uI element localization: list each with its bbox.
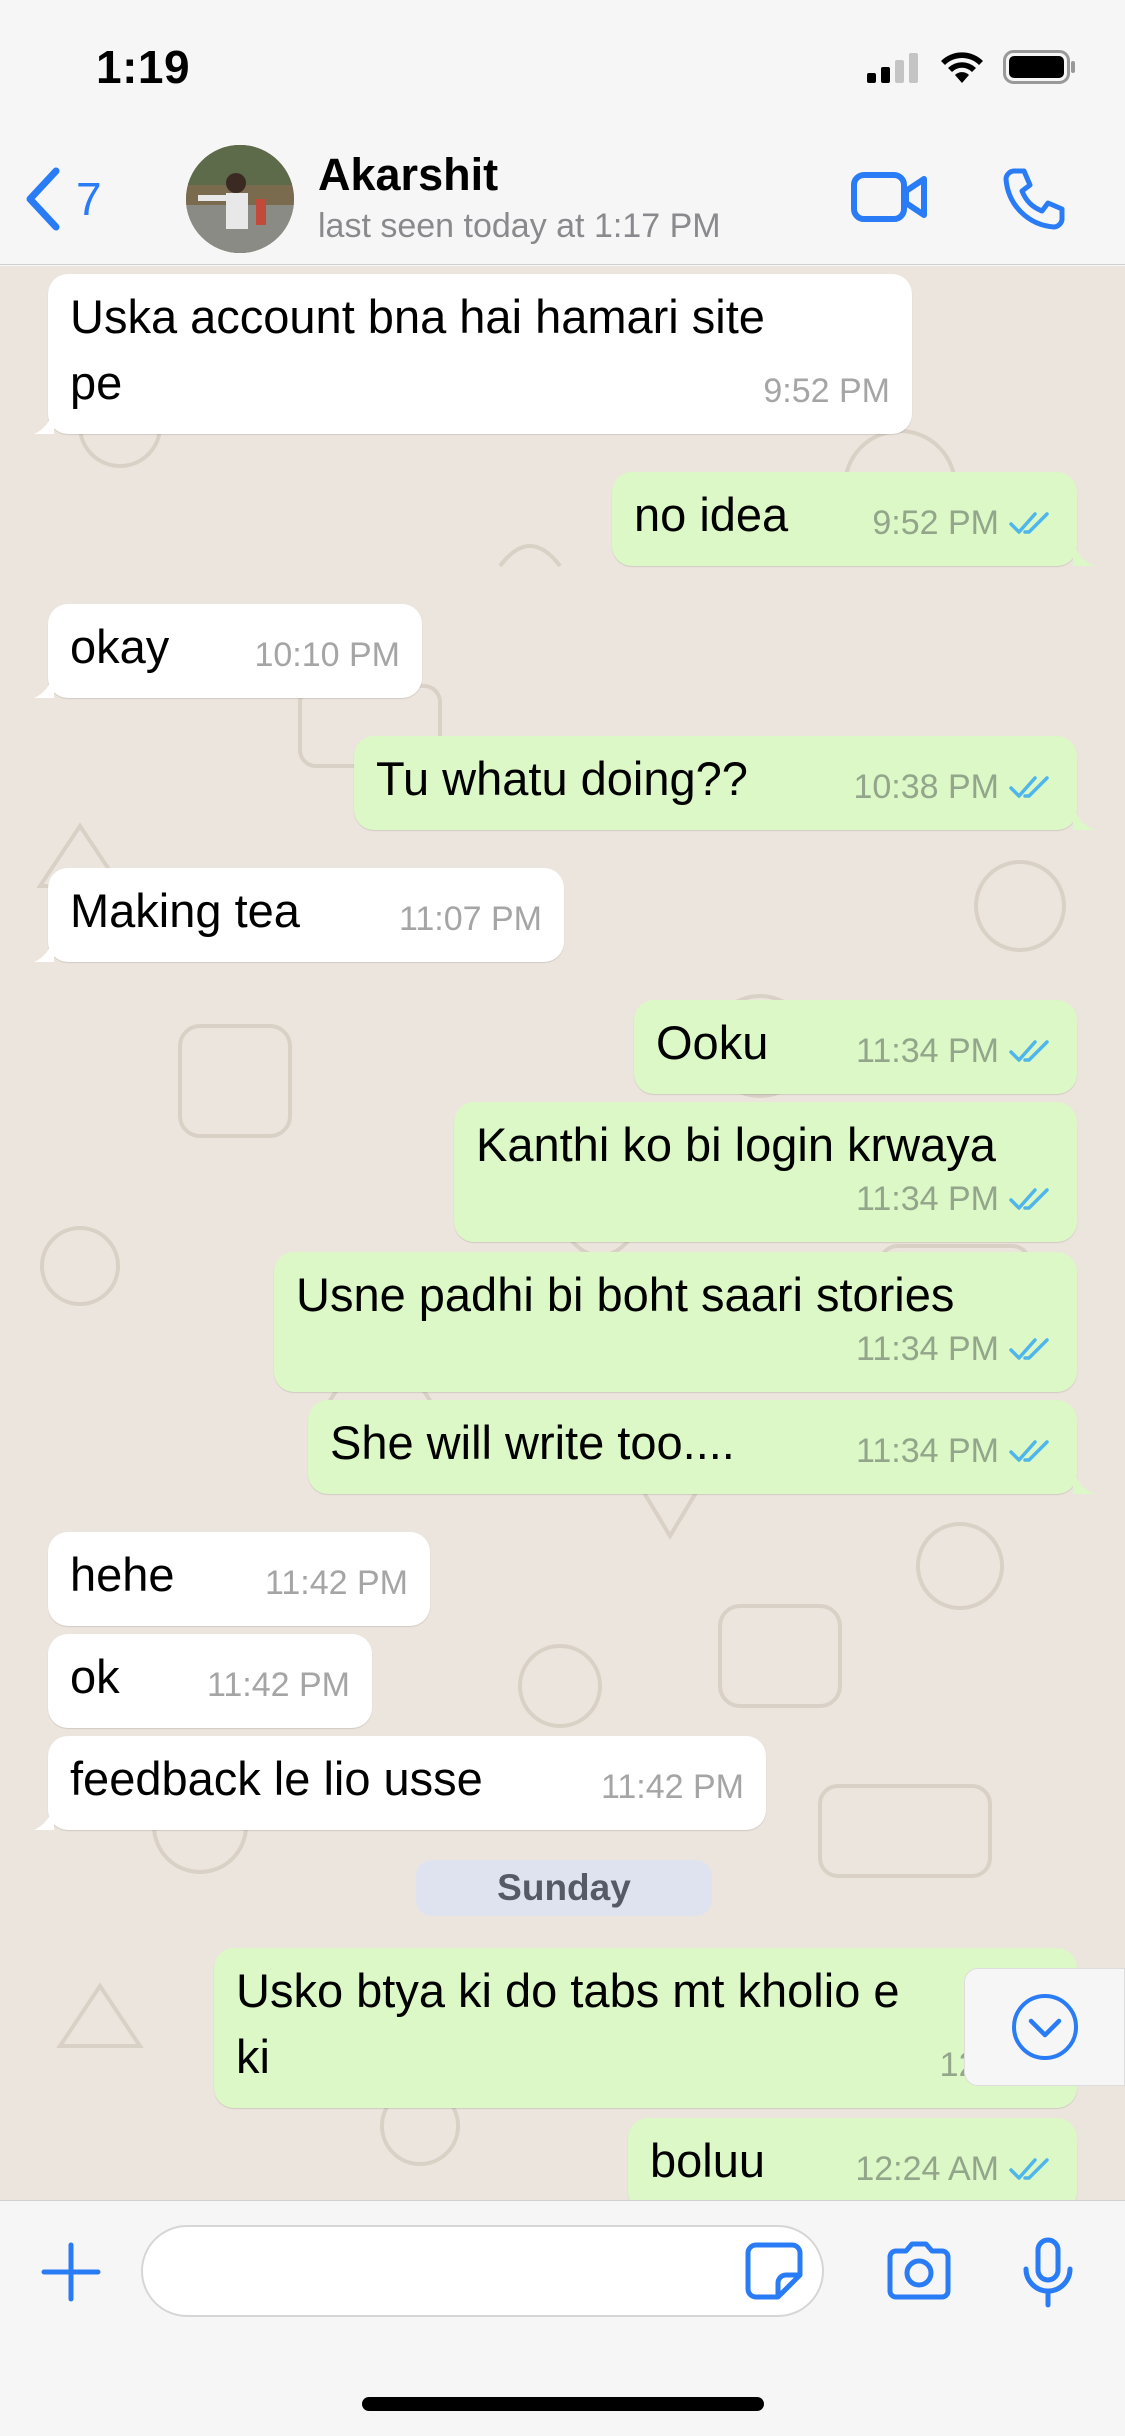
- back-button[interactable]: 7: [22, 167, 102, 231]
- unread-count: 7: [76, 173, 102, 225]
- message-time: 10:10 PM: [254, 636, 400, 674]
- camera-button[interactable]: [884, 2241, 954, 2306]
- read-receipt-icon: [1009, 1440, 1049, 1462]
- read-receipt-icon: [1009, 1188, 1049, 1210]
- wifi-icon: [941, 52, 983, 83]
- message-text: Usko btya ki do tabs mt kholio e ki: [236, 1964, 900, 2083]
- bubble-tail: [1073, 542, 1095, 566]
- scroll-to-bottom-button[interactable]: [964, 1968, 1125, 2086]
- message-list[interactable]: Uska account bna hai hamari site pe 9:52…: [0, 266, 1125, 2200]
- message-time: 11:42 PM: [600, 1768, 744, 1806]
- home-indicator[interactable]: [362, 2397, 764, 2411]
- bubble-tail: [34, 674, 54, 698]
- contact-name[interactable]: Akarshit: [318, 149, 498, 201]
- read-receipt-icon: [1009, 2158, 1049, 2180]
- message-meta: 10:10 PM: [254, 622, 400, 688]
- avatar-photo: [186, 145, 294, 253]
- battery-icon: [1003, 50, 1075, 84]
- video-camera-icon: [851, 172, 927, 222]
- bubble-tail: [34, 1806, 54, 1830]
- message-input[interactable]: [141, 2225, 824, 2317]
- message-meta: 11:42 PM: [265, 1550, 408, 1616]
- message-bubble-incoming[interactable]: okay 10:10 PM: [34, 604, 422, 698]
- read-receipt-icon: [1009, 1040, 1049, 1062]
- plus-icon: [41, 2242, 101, 2302]
- message-bubble-outgoing[interactable]: Ooku 11:34 PM: [634, 1000, 1077, 1094]
- message-bubble-incoming[interactable]: feedback le lio usse 11:42 PM: [34, 1736, 766, 1830]
- read-receipt-icon: [1009, 512, 1049, 534]
- phone-icon: [1003, 168, 1065, 230]
- message-bubble-outgoing[interactable]: Usne padhi bi boht saari stories 11:34 P…: [274, 1252, 1077, 1392]
- message-time: 12:24 AM: [855, 2150, 999, 2188]
- bubble-tail: [34, 410, 54, 434]
- message-bubble-outgoing[interactable]: Tu whatu doing?? 10:38 PM: [354, 736, 1095, 830]
- microphone-icon: [1023, 2237, 1073, 2308]
- message-meta: 11:34 PM: [856, 1316, 1055, 1382]
- message-bubble-outgoing[interactable]: no idea 9:52 PM: [612, 472, 1095, 566]
- composer-bar: [0, 2200, 1125, 2436]
- message-bubble-outgoing[interactable]: Usko btya ki do tabs mt kholio e ki 12:0…: [214, 1948, 1077, 2108]
- message-meta: 10:38 PM: [853, 754, 1055, 820]
- status-icons: [867, 50, 1077, 84]
- bubble-tail: [1073, 1470, 1095, 1494]
- chat-header: 7 Akarshit last seen today at 1:17 PM: [0, 135, 1125, 265]
- status-bar: 1:19: [0, 0, 1125, 135]
- status-time: 1:19: [96, 41, 191, 93]
- message-bubble-incoming[interactable]: Uska account bna hai hamari site pe 9:52…: [34, 274, 912, 434]
- message-bubble-incoming[interactable]: hehe 11:42 PM: [48, 1532, 430, 1626]
- message-time: 9:52 PM: [763, 372, 890, 410]
- chevron-left-icon: [26, 167, 60, 231]
- voice-call-button[interactable]: [1000, 165, 1066, 236]
- message-meta: 11:34 PM: [856, 1166, 1055, 1232]
- day-separator: Sunday: [416, 1860, 712, 1916]
- message-time: 11:42 PM: [206, 1666, 350, 1704]
- sticker-icon: [745, 2242, 803, 2300]
- message-meta: 12:24 AM: [855, 2136, 1055, 2200]
- message-meta: 9:52 PM: [763, 358, 890, 424]
- last-seen-status: last seen today at 1:17 PM: [318, 207, 721, 245]
- message-time: 11:34 PM: [855, 1330, 999, 1368]
- attach-button[interactable]: [40, 2241, 102, 2308]
- avatar[interactable]: [186, 145, 294, 253]
- bubble-tail: [1073, 806, 1095, 830]
- message-meta: 11:42 PM: [601, 1754, 744, 1820]
- message-time: 10:38 PM: [853, 768, 999, 806]
- message-bubble-outgoing[interactable]: Kanthi ko bi login krwaya 11:34 PM: [454, 1102, 1077, 1242]
- scroll-down-icon: [1011, 1994, 1078, 2060]
- read-receipt-icon: [1009, 1338, 1049, 1360]
- message-time: 11:07 PM: [398, 900, 542, 938]
- message-time: 9:52 PM: [872, 504, 999, 542]
- message-meta: 11:34 PM: [856, 1418, 1055, 1484]
- read-receipt-icon: [1009, 776, 1049, 798]
- message-bubble-incoming[interactable]: ok 11:42 PM: [48, 1634, 372, 1728]
- bubble-tail: [34, 938, 54, 962]
- message-time: 11:34 PM: [855, 1432, 999, 1470]
- message-time: 11:42 PM: [264, 1564, 408, 1602]
- camera-icon: [887, 2241, 951, 2300]
- message-bubble-outgoing[interactable]: boluu 12:24 AM: [628, 2118, 1077, 2200]
- message-time: 11:34 PM: [855, 1180, 999, 1218]
- message-meta: 11:42 PM: [207, 1652, 350, 1718]
- message-time: 11:34 PM: [855, 1032, 999, 1070]
- voice-message-button[interactable]: [1020, 2237, 1076, 2314]
- sticker-button[interactable]: [744, 2241, 804, 2306]
- message-meta: 11:07 PM: [399, 886, 542, 952]
- message-meta: 9:52 PM: [872, 490, 1055, 556]
- message-bubble-incoming[interactable]: Making tea 11:07 PM: [34, 868, 564, 962]
- message-bubble-outgoing[interactable]: She will write too.... 11:34 PM: [308, 1400, 1095, 1494]
- video-call-button[interactable]: [850, 169, 930, 230]
- message-meta: 11:34 PM: [856, 1018, 1055, 1084]
- signal-icon: [867, 53, 918, 83]
